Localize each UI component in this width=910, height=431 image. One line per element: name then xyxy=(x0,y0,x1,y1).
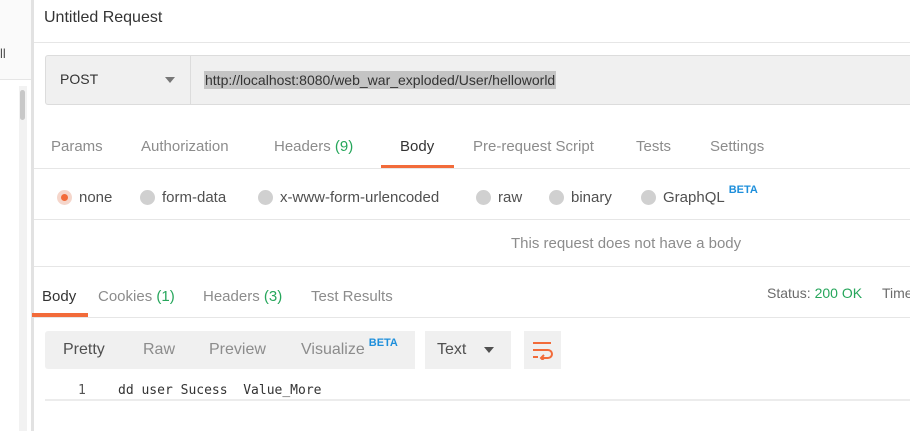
status-label: Status: xyxy=(767,285,811,301)
toolbar-gap xyxy=(511,331,524,369)
response-tabs: Body Cookies (1) Headers (3) Test Result… xyxy=(32,268,910,318)
radio-icon xyxy=(140,190,155,205)
view-mode-pretty[interactable]: Pretty xyxy=(63,341,105,359)
radio-icon xyxy=(641,190,656,205)
tab-count: (9) xyxy=(334,138,354,155)
view-mode-visualize[interactable]: Visualize BETA xyxy=(301,337,398,359)
response-time-label: Time xyxy=(882,285,910,301)
tab-headers[interactable]: Headers (9) xyxy=(274,138,353,155)
view-mode-preview[interactable]: Preview xyxy=(209,341,266,359)
active-response-tab-indicator xyxy=(32,313,88,317)
sidebar-scroll-thumb[interactable] xyxy=(20,90,25,120)
sidebar-scrollbar[interactable] xyxy=(19,86,27,431)
no-body-notice: This request does not have a body xyxy=(34,221,910,267)
beta-badge: BETA xyxy=(728,183,758,196)
radio-graphql[interactable]: GraphQL BETA xyxy=(641,184,758,206)
tab-label: Params xyxy=(51,138,103,155)
format-label: Text xyxy=(437,341,467,358)
tab-label: Settings xyxy=(710,138,765,155)
radio-none[interactable]: none xyxy=(57,189,112,206)
radio-label: GraphQL xyxy=(663,189,725,206)
tab-label: Body xyxy=(42,288,77,305)
response-tab-body[interactable]: Body xyxy=(42,288,76,305)
tab-label: Tests xyxy=(636,138,672,155)
sidebar: ll xyxy=(0,0,31,431)
tab-label: Cookies xyxy=(98,288,153,305)
radio-raw[interactable]: raw xyxy=(476,189,522,206)
tab-count: (3) xyxy=(263,288,283,305)
request-title-bar: Untitled Request xyxy=(34,0,910,43)
response-status: Status: 200 OK xyxy=(767,285,862,301)
status-value: 200 OK xyxy=(814,285,863,301)
radio-icon xyxy=(476,190,491,205)
chevron-down-icon xyxy=(484,347,494,353)
response-tab-headers[interactable]: Headers (3) xyxy=(203,288,282,305)
url-input[interactable]: http://localhost:8080/web_war_exploded/U… xyxy=(204,71,557,89)
radio-label: x-www-form-urlencoded xyxy=(280,189,440,206)
wrap-lines-icon xyxy=(533,342,553,360)
response-view-toolbar: Pretty Raw Preview Visualize BETA Text xyxy=(45,331,910,369)
tab-body[interactable]: Body xyxy=(400,138,434,155)
response-body-editor[interactable]: 1 dd user Sucess Value_More xyxy=(45,379,910,401)
sidebar-cut-label: ll xyxy=(0,46,6,61)
no-body-message: This request does not have a body xyxy=(511,235,742,252)
body-type-options: none form-data x-www-form-urlencoded raw… xyxy=(34,170,910,220)
active-tab-indicator xyxy=(381,165,454,168)
toolbar-gap xyxy=(415,331,425,369)
radio-binary[interactable]: binary xyxy=(549,189,612,206)
radio-label: raw xyxy=(498,189,523,206)
view-mode-label: Visualize xyxy=(301,341,365,358)
tab-authorization[interactable]: Authorization xyxy=(141,138,229,155)
url-bar: POST http://localhost:8080/web_war_explo… xyxy=(45,55,910,105)
tab-label: Headers xyxy=(203,288,260,305)
response-tab-test-results[interactable]: Test Results xyxy=(311,288,393,305)
tab-pre-request-script[interactable]: Pre-request Script xyxy=(473,138,594,155)
method-label: POST xyxy=(60,71,99,87)
beta-badge: BETA xyxy=(368,337,398,349)
radio-x-www-form-urlencoded[interactable]: x-www-form-urlencoded xyxy=(258,189,439,206)
tab-label: Body xyxy=(400,138,435,155)
chevron-down-icon xyxy=(165,77,175,83)
radio-label: binary xyxy=(571,189,612,206)
wrap-lines-button[interactable] xyxy=(524,331,561,369)
radio-label: none xyxy=(79,189,113,206)
tab-label: Test Results xyxy=(311,288,393,305)
tab-label: Authorization xyxy=(141,138,229,155)
radio-icon xyxy=(549,190,564,205)
response-tab-cookies[interactable]: Cookies (1) xyxy=(98,288,175,305)
radio-checked-icon xyxy=(57,190,72,205)
format-select[interactable]: Text xyxy=(425,331,511,369)
tab-count: (1) xyxy=(156,288,175,305)
line-number: 1 xyxy=(78,383,86,398)
tab-settings[interactable]: Settings xyxy=(710,138,764,155)
request-title[interactable]: Untitled Request xyxy=(44,9,162,27)
tab-params[interactable]: Params xyxy=(51,138,103,155)
radio-form-data[interactable]: form-data xyxy=(140,189,226,206)
radio-icon xyxy=(258,190,273,205)
request-tabs: Params Authorization Headers (9) Body Pr… xyxy=(34,128,910,169)
toolbar-gap xyxy=(561,331,910,369)
tab-tests[interactable]: Tests xyxy=(636,138,671,155)
method-select[interactable]: POST xyxy=(46,56,191,104)
sidebar-top xyxy=(0,0,31,80)
view-mode-raw[interactable]: Raw xyxy=(143,341,175,359)
request-panel: Untitled Request POST http://localhost:8… xyxy=(32,0,910,431)
radio-label: form-data xyxy=(162,189,227,206)
response-body-text[interactable]: dd user Sucess Value_More xyxy=(118,383,322,398)
tab-label: Pre-request Script xyxy=(473,138,594,155)
tab-label: Headers xyxy=(274,138,331,155)
